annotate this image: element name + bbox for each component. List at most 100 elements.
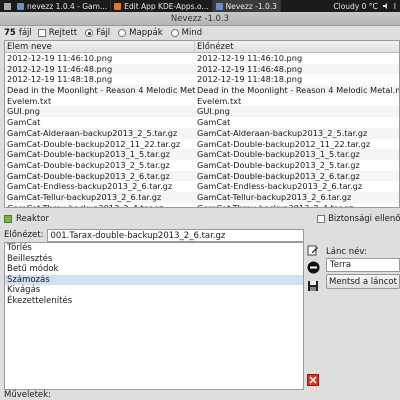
cell-preview-name: GamCat xyxy=(197,117,231,128)
table-row[interactable]: 2012-12-19 11:48:18.png 2012-12-19 11:48:… xyxy=(5,74,399,85)
radio-file-label: Fájl xyxy=(96,28,111,38)
operation-item[interactable]: Ékezettelenítés xyxy=(5,296,303,307)
save-chain-button[interactable]: Mentsd a láncot xyxy=(326,274,400,289)
cell-item-name: GamCat-Double-backup2013_2_6.tar.gz xyxy=(7,170,170,181)
remove-icon xyxy=(307,261,320,277)
delete-chain-button[interactable] xyxy=(306,373,320,389)
app-icon xyxy=(17,2,24,10)
radio-all[interactable]: Mind xyxy=(170,28,203,38)
table-row[interactable]: GamCat-Double-backup2012_11_22.tar.gz Gam… xyxy=(5,139,399,150)
cell-preview-name: 2012-12-19 11:48:18.png xyxy=(197,74,303,85)
reactor-icon[interactable] xyxy=(4,214,12,223)
system-tray: Cloudy 0 °C I xyxy=(329,0,400,12)
operation-item[interactable]: Számozás xyxy=(5,274,303,285)
cell-item-name: GamCat-Double-backup2013_2_5.tar.gz xyxy=(7,159,170,170)
reactor-row: Reaktor Biztonsági ellenőr xyxy=(4,212,400,225)
taskbar-task-kde-apps[interactable]: Edit App KDE-Apps.o... xyxy=(111,0,213,12)
save-disk-button[interactable] xyxy=(306,280,320,294)
cell-item-name: GUI.png xyxy=(7,106,40,117)
taskbar-task-nevezz-103[interactable]: Nevezz -1.0.3 xyxy=(212,0,281,12)
weather-label[interactable]: Cloudy 0 °C xyxy=(333,2,377,11)
cell-item-name: GamCat-Double-backup2013_1_5.tar.gz xyxy=(7,149,170,160)
safety-check-checkbox[interactable]: Biztonsági ellenőr xyxy=(317,214,400,224)
checkbox-icon[interactable] xyxy=(317,214,326,223)
operations-body: Törlés Beillesztés Betű módok Számozás Kivág… xyxy=(5,243,303,306)
table-row[interactable]: Dead in the Moonlight - Reason 4 Melodic… xyxy=(5,85,399,96)
taskbar-task-nevezz-104[interactable]: nevezz 1.0.4 - Gam... xyxy=(14,0,112,12)
browser-icon xyxy=(114,2,122,10)
cell-item-name: Evelem.txt xyxy=(7,95,52,106)
radio-icon[interactable] xyxy=(118,29,127,37)
app-menu-icon[interactable] xyxy=(3,2,12,11)
chain-name-label: Lánc név: xyxy=(326,247,367,257)
volume-icon[interactable] xyxy=(382,2,390,10)
app-icon xyxy=(215,2,223,10)
hidden-label: Rejtett xyxy=(48,28,78,38)
table-row[interactable]: GamCat-Endless-backup2013_2_6.tar.gz GamC… xyxy=(5,181,399,192)
table-row[interactable]: GamCat-Alderaan-backup2013_2_5.tar.gz Gam… xyxy=(5,127,399,139)
operation-item[interactable]: Beillesztés xyxy=(5,254,303,265)
cell-item-name: GamCat-Alderaan-backup2013_2_5.tar.gz xyxy=(7,127,178,138)
table-row[interactable]: GamCat-Tellur-backup2013_2_6.tar.gz GamCa… xyxy=(5,191,399,203)
cell-preview-name: GamCat-Endless-backup2013_2_6.tar.gz xyxy=(197,181,363,192)
cell-preview-name: GamCat-Double-backup2013_1_5.tar.gz xyxy=(197,149,360,160)
cell-item-name: GamCat-Double-backup2012_11_22.tar.gz xyxy=(7,138,181,149)
floppy-disk-icon xyxy=(307,280,319,295)
cell-preview-name: GamCat-Double-backup2013_2_5.tar.gz xyxy=(197,159,360,170)
file-table[interactable]: Elem neve Előnézet 2012-12-19 11:46:10.p… xyxy=(4,40,400,208)
file-count: 75 xyxy=(4,28,16,38)
table-row[interactable]: Evelem.txt Evelem.txt xyxy=(5,96,399,107)
cell-item-name: GamCat-Tellur-backup2013_2_6.tar.gz xyxy=(7,191,162,202)
cell-item-name: Dead in the Moonlight - Reason 4 Melodic… xyxy=(7,85,195,96)
table-row[interactable]: 2012-12-19 11:46:48.png 2012-12-19 11:46:… xyxy=(5,63,399,75)
taskbar: nevezz 1.0.4 - Gam... Edit App KDE-Apps.… xyxy=(0,0,400,12)
cell-item-name: 2012-12-19 11:46:10.png xyxy=(7,53,113,63)
cell-preview-name: GamCat-Double-backup2012_11_22.tar.gz xyxy=(197,138,371,149)
column-header-name[interactable]: Elem neve xyxy=(5,41,195,52)
reactor-label[interactable]: Reaktor xyxy=(16,214,49,224)
taskbar-task-label: nevezz 1.0.4 - Gam... xyxy=(27,1,108,11)
table-row[interactable]: GamCat-Double-backup2013_2_5.tar.gz GamCa… xyxy=(5,160,399,171)
cell-preview-name: 2012-12-19 11:46:48.png xyxy=(197,63,303,74)
operation-item[interactable]: Törlés xyxy=(5,243,303,254)
checkbox-icon[interactable] xyxy=(37,29,46,37)
table-row[interactable]: GamCat-Double-backup2013_2_6.tar.gz GamCa… xyxy=(5,170,399,182)
cell-preview-name: GamCat-Alderaan-backup2013_2_5.tar.gz xyxy=(197,127,368,138)
cell-preview-name: GamCat-Double-backup2013_2_6.tar.gz xyxy=(197,170,360,181)
taskbar-task-label: Nevezz -1.0.3 xyxy=(225,1,277,11)
cell-item-name: GamCat-Endless-backup2013_2_6.tar.gz xyxy=(7,181,173,192)
cell-preview-name: GamCat-Tellur-backup2013_2_6.tar.gz xyxy=(197,191,352,202)
file-count-label: fájl xyxy=(18,28,32,38)
operation-item[interactable]: Betű módok xyxy=(5,264,303,275)
radio-icon[interactable] xyxy=(170,29,179,37)
operation-item[interactable]: Kivágás xyxy=(5,285,303,296)
table-row[interactable]: GamCat GamCat xyxy=(5,117,399,128)
preview-field[interactable]: 001.Tarax-double-backup2013_2_6.tar.gz xyxy=(47,228,304,242)
table-row[interactable]: GamCat-Thrax-backup2013_2_4.tar.gz GamCat… xyxy=(5,203,399,207)
red-x-icon xyxy=(307,373,319,389)
chain-name-combo[interactable]: Terra xyxy=(326,258,400,272)
window-title: Nevezz -1.0.3 xyxy=(0,12,400,26)
cell-item-name: 2012-12-19 11:46:48.png xyxy=(7,63,113,74)
edit-icon xyxy=(307,244,319,259)
edit-button[interactable] xyxy=(306,244,320,258)
table-row[interactable]: 2012-12-19 11:46:10.png 2012-12-19 11:46:… xyxy=(5,53,399,64)
radio-all-label: Mind xyxy=(181,28,203,38)
hidden-checkbox[interactable]: Rejtett xyxy=(37,28,78,38)
radio-folders[interactable]: Mappák xyxy=(118,28,163,38)
clock-label[interactable]: I xyxy=(394,2,396,11)
operations-list[interactable]: Törlés Beillesztés Betű módok Számozás Kivág… xyxy=(4,242,304,390)
radio-file[interactable]: Fájl xyxy=(85,28,110,38)
cell-item-name: GamCat xyxy=(7,117,41,128)
table-row[interactable]: GamCat-Double-backup2013_1_5.tar.gz GamCa… xyxy=(5,149,399,160)
column-header-preview[interactable]: Előnézet xyxy=(195,41,234,52)
safety-check-label: Biztonsági ellenőr xyxy=(328,213,400,224)
radio-folders-label: Mappák xyxy=(129,28,163,38)
table-row[interactable]: GUI.png GUI.png xyxy=(5,106,399,118)
radio-icon[interactable] xyxy=(85,29,94,37)
cell-preview-name: Dead in the Moonlight - Reason 4 Melodic… xyxy=(197,85,399,96)
filter-toolbar: 75 fájl Rejtett Fájl Mappák Mind xyxy=(0,26,400,40)
operations-label: Műveletek: xyxy=(4,390,51,400)
remove-button[interactable] xyxy=(306,261,320,277)
cell-preview-name: Evelem.txt xyxy=(197,95,242,106)
